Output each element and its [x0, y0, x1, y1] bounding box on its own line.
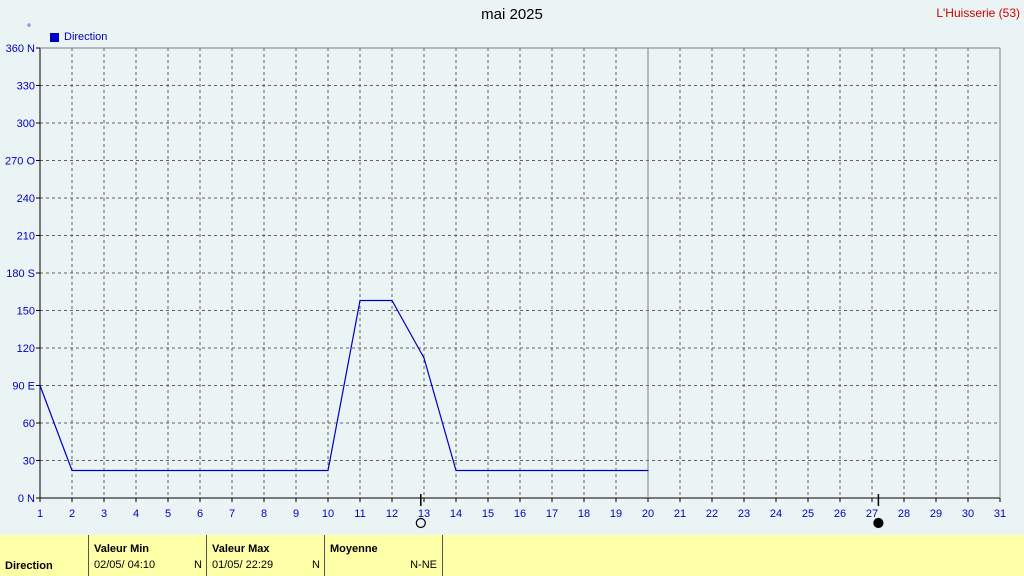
data-point [359, 299, 361, 302]
x-tick-label: 12 [386, 508, 398, 520]
x-tick-label: 30 [962, 508, 974, 520]
x-tick-label: 7 [229, 508, 235, 520]
x-tick-label: 5 [165, 508, 171, 520]
data-point [423, 357, 425, 359]
y-tick-label: 180 S [6, 268, 35, 280]
row-label: Direction [5, 560, 53, 572]
avg-header: Moyenne [330, 543, 378, 555]
data-point [103, 469, 105, 472]
data-point [647, 469, 649, 472]
y-tick-label: 360 N [6, 43, 35, 55]
x-tick-label: 21 [674, 508, 686, 520]
x-tick-label: 19 [610, 508, 622, 520]
data-point [519, 469, 521, 472]
x-tick-label: 22 [706, 508, 718, 520]
max-cardinal: N [312, 559, 320, 571]
data-point [391, 299, 393, 302]
x-tick-label: 25 [802, 508, 814, 520]
data-point [455, 469, 457, 472]
data-point [487, 469, 489, 472]
x-tick-label: 3 [101, 508, 107, 520]
x-tick-label: 15 [482, 508, 494, 520]
min-cell: Valeur Min 02/05/ 04:10 N [88, 535, 207, 576]
data-point [263, 469, 265, 472]
x-tick-label: 26 [834, 508, 846, 520]
y-tick-label: 150 [17, 306, 35, 318]
data-point [231, 469, 233, 472]
data-point [327, 469, 329, 472]
x-tick-label: 23 [738, 508, 750, 520]
y-tick-label: 240 [17, 193, 35, 205]
y-tick-label: 210 [17, 231, 35, 243]
data-point [167, 469, 169, 472]
x-tick-label: 17 [546, 508, 558, 520]
data-point [39, 384, 41, 387]
x-tick-label: 20 [642, 508, 654, 520]
data-point [583, 469, 585, 472]
max-header: Valeur Max [212, 543, 270, 555]
data-point [295, 469, 297, 472]
data-point [135, 469, 137, 472]
min-header: Valeur Min [94, 543, 150, 555]
x-tick-label: 1 [37, 508, 43, 520]
row-label-cell: Direction [0, 535, 88, 576]
x-tick-label: 10 [322, 508, 334, 520]
x-tick-label: 2 [69, 508, 75, 520]
x-tick-label: 8 [261, 508, 267, 520]
x-tick-label: 27 [866, 508, 878, 520]
x-tick-label: 24 [770, 508, 782, 520]
data-point [551, 469, 553, 472]
x-tick-label: 14 [450, 508, 462, 520]
direction-chart: 1 2 3 4 5 6 7 8 9 10 11 12 13 14 15 16 17 18 19 20 21 22 23 24 2… [5, 43, 1006, 529]
data-point [199, 469, 201, 472]
new-moon-icon [873, 517, 884, 529]
y-tick-label: 300 [17, 118, 35, 130]
y-tick-label: 90 E [12, 381, 35, 393]
x-tick-label: 6 [197, 508, 203, 520]
min-cardinal: N [194, 559, 202, 571]
x-tick-label: 29 [930, 508, 942, 520]
x-tick-label: 9 [293, 508, 299, 520]
y-tick-label: 60 [23, 418, 35, 430]
data-point [615, 469, 617, 472]
data-point [71, 469, 73, 472]
x-tick-label: 28 [898, 508, 910, 520]
min-date: 02/05/ 04:10 [94, 559, 156, 571]
x-tick-label: 11 [354, 508, 365, 520]
y-tick-label: 0 N [18, 493, 35, 505]
y-tick-label: 330 [17, 81, 35, 93]
x-tick-label: 16 [514, 508, 526, 520]
max-date: 01/05/ 22:29 [212, 559, 274, 571]
avg-value: N-NE [410, 559, 437, 571]
y-tick-label: 120 [17, 343, 35, 355]
y-tick-label: 270 O [5, 156, 35, 168]
avg-cell: Moyenne N-NE [324, 535, 443, 576]
y-tick-label: 30 [23, 456, 35, 468]
x-tick-label: 18 [578, 508, 590, 520]
max-cell: Valeur Max 01/05/ 22:29 N [206, 535, 325, 576]
x-tick-label: 31 [994, 508, 1006, 520]
stats-table: Direction Valeur Min 02/05/ 04:10 N Vale… [0, 535, 1024, 576]
x-tick-label: 4 [133, 508, 139, 520]
